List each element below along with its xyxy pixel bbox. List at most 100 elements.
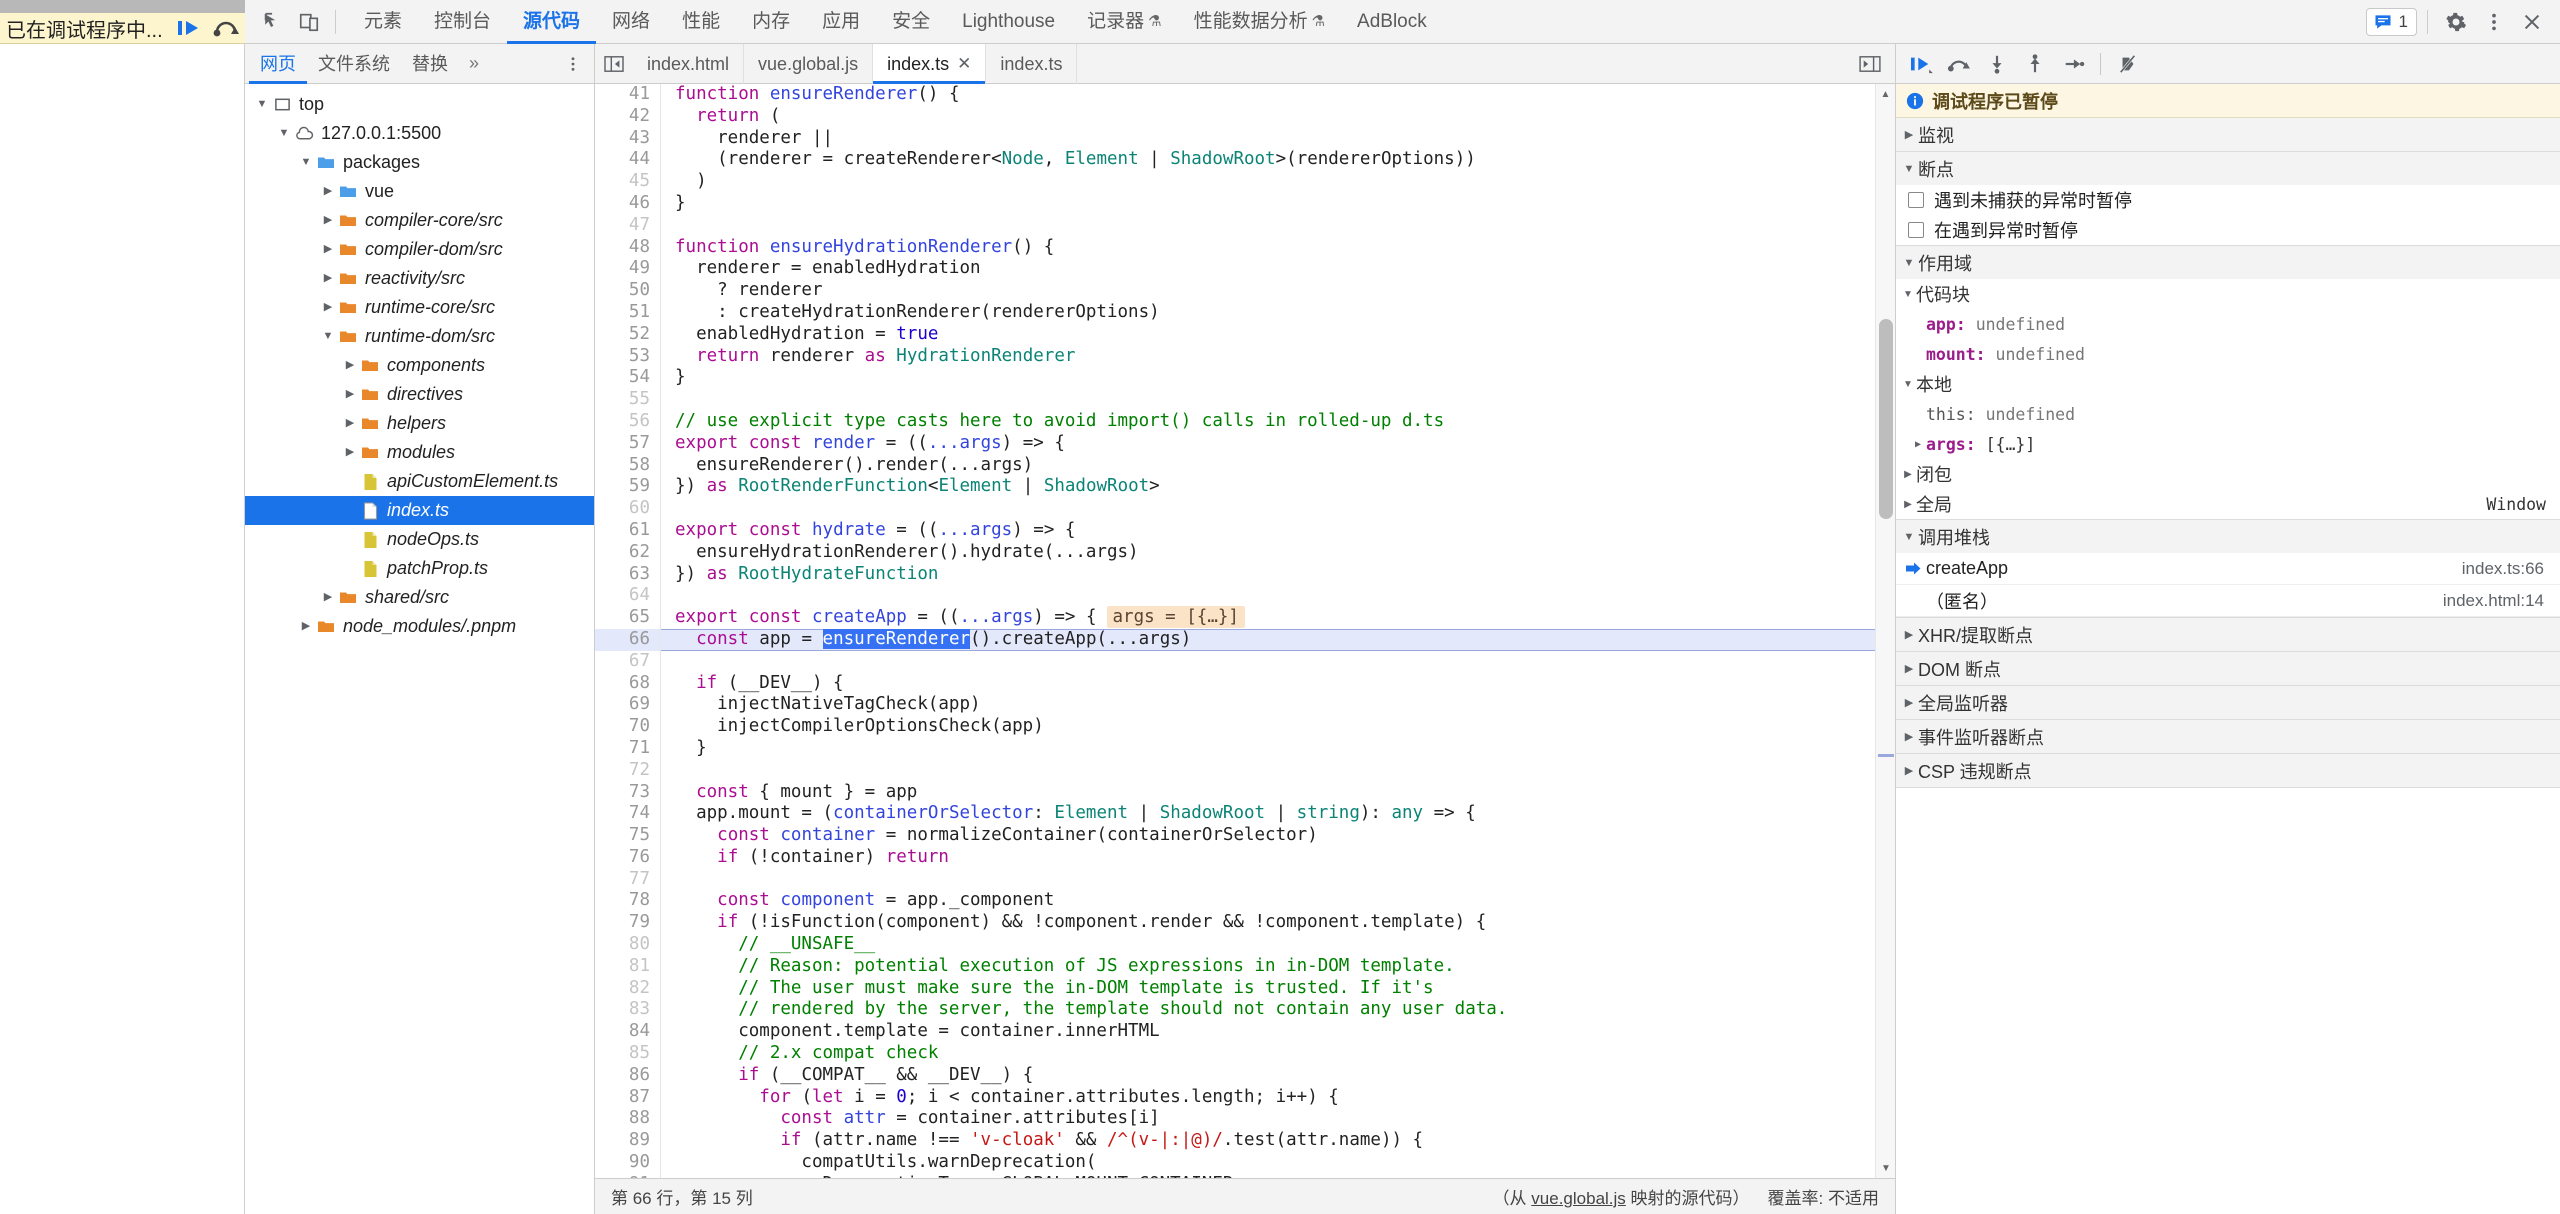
line-number[interactable]: 87 [595, 1086, 661, 1109]
chevron-down-icon[interactable]: ▼ [253, 90, 271, 119]
scope-variable[interactable]: ▶this: undefined [1896, 399, 2560, 429]
chevron-right-icon[interactable]: ▶ [319, 235, 337, 264]
file-tree-item[interactable]: ▶ node_modules/.pnpm [245, 612, 594, 641]
line-number[interactable]: 72 [595, 759, 661, 782]
editor-tab-0[interactable]: index.html [633, 43, 745, 84]
scrollbar-thumb[interactable] [1879, 319, 1893, 519]
file-tree-item[interactable]: nodeOps.ts [245, 525, 594, 554]
code-line[interactable]: 85 // 2.x compat check [595, 1043, 1875, 1065]
line-number[interactable]: 71 [595, 737, 661, 760]
code-line[interactable]: 84 component.template = container.innerH… [595, 1021, 1875, 1044]
file-tree-item[interactable]: apiCustomElement.ts [245, 467, 594, 496]
editor-tab-1[interactable]: vue.global.js [744, 43, 874, 84]
chevron-right-icon[interactable]: ▶ [297, 612, 315, 641]
csp-violation-breakpoints-section-header[interactable]: ▶ CSP 违规断点 [1896, 754, 2560, 787]
panel-tab-7[interactable]: 安全 [876, 0, 946, 44]
file-tree-item[interactable]: ▶ shared/src [245, 583, 594, 612]
more-options-button[interactable] [2476, 4, 2512, 40]
line-number[interactable]: 76 [595, 846, 661, 869]
line-number[interactable]: 84 [595, 1021, 661, 1044]
line-number[interactable]: 53 [595, 345, 661, 368]
callstack-frame[interactable]: （匿名） index.html:14 [1896, 585, 2560, 617]
line-number[interactable]: 59 [595, 476, 661, 499]
chevron-right-icon[interactable]: ▶ [1910, 439, 1926, 450]
step-out-button[interactable] [2016, 45, 2054, 83]
code-line[interactable]: 68 if (__DEV__) { [595, 672, 1875, 695]
line-number[interactable]: 43 [595, 127, 661, 150]
code-line[interactable]: 83 // rendered by the server, the templa… [595, 999, 1875, 1022]
line-number[interactable]: 81 [595, 955, 661, 978]
issues-badge[interactable]: 1 [2365, 7, 2417, 36]
line-number[interactable]: 51 [595, 301, 661, 324]
scope-section-header[interactable]: ▼ 作用域 [1896, 246, 2560, 279]
code-line[interactable]: 70 injectCompilerOptionsCheck(app) [595, 716, 1875, 738]
navigator-tab-1[interactable]: 文件系统 [307, 44, 401, 84]
chevron-right-icon[interactable]: ▶ [319, 293, 337, 322]
chevron-right-icon[interactable]: ▶ [341, 380, 359, 409]
scroll-up-arrow[interactable]: ▲ [1876, 84, 1895, 104]
file-tree-item[interactable]: ▶ helpers [245, 409, 594, 438]
panel-tab-0[interactable]: 元素 [348, 0, 418, 44]
line-number[interactable]: 78 [595, 890, 661, 913]
global-listeners-section-header[interactable]: ▶ 全局监听器 [1896, 686, 2560, 719]
scope-group[interactable]: ▶ 闭包 [1896, 459, 2560, 489]
callstack-section-header[interactable]: ▼ 调用堆栈 [1896, 520, 2560, 553]
chevron-right-icon[interactable]: ▶ [341, 409, 359, 438]
panel-tab-11[interactable]: AdBlock [1341, 0, 1443, 44]
code-line[interactable]: 82 // The user must make sure the in-DOM… [595, 977, 1875, 1000]
code-line[interactable]: 90 compatUtils.warnDeprecation( [595, 1152, 1875, 1174]
callstack-frame[interactable]: createApp index.ts:66 [1896, 553, 2560, 585]
line-number[interactable]: 69 [595, 694, 661, 717]
scope-group[interactable]: ▶ 全局 Window [1896, 489, 2560, 519]
code-line[interactable]: 77 [595, 868, 1875, 891]
file-tree-item[interactable]: ▼ runtime-dom/src [245, 322, 594, 351]
code-line[interactable]: 91 DeprecationTypes.GLOBAL_MOUNT_CONTAIN… [595, 1173, 1875, 1178]
code-line[interactable]: 80 // __UNSAFE__ [595, 934, 1875, 956]
line-number[interactable]: 44 [595, 149, 661, 172]
line-number[interactable]: 60 [595, 498, 661, 520]
step-button[interactable] [2054, 45, 2092, 83]
line-number[interactable]: 67 [595, 650, 661, 673]
line-number[interactable]: 89 [595, 1130, 661, 1153]
code-line[interactable]: 62 ensureHydrationRenderer().hydrate(...… [595, 541, 1875, 564]
file-tree-item[interactable]: ▼ packages [245, 148, 594, 177]
file-tree-item[interactable]: index.ts [245, 496, 594, 525]
code-line[interactable]: 51 : createHydrationRenderer(rendererOpt… [595, 301, 1875, 324]
line-number[interactable]: 83 [595, 999, 661, 1022]
breakpoint-option[interactable]: 在遇到异常时暂停 [1896, 215, 2560, 245]
code-line[interactable]: 49 renderer = enabledHydration [595, 258, 1875, 281]
file-tree-item[interactable]: ▶ vue [245, 177, 594, 206]
navigator-tab-2[interactable]: 替换 [401, 44, 459, 84]
line-number[interactable]: 64 [595, 585, 661, 608]
close-tab-icon[interactable]: ✕ [957, 44, 971, 84]
xhr-breakpoints-section-header[interactable]: ▶ XHR/提取断点 [1896, 618, 2560, 651]
navigator-tab-0[interactable]: 网页 [249, 44, 307, 84]
settings-button[interactable] [2438, 4, 2474, 40]
file-tree-item[interactable]: ▶ compiler-core/src [245, 206, 594, 235]
line-number[interactable]: 49 [595, 258, 661, 281]
panel-tab-5[interactable]: 内存 [736, 0, 806, 44]
chevron-right-icon[interactable]: ▶ [319, 177, 337, 206]
code-line[interactable]: 76 if (!container) return [595, 846, 1875, 869]
code-line[interactable]: 42 return ( [595, 105, 1875, 128]
file-tree-item[interactable]: ▼ 127.0.0.1:5500 [245, 119, 594, 148]
panel-tab-4[interactable]: 性能 [666, 0, 736, 44]
editor-scrollbar[interactable]: ▲ ▼ [1875, 84, 1895, 1178]
overlay-step-over-button[interactable] [207, 13, 245, 44]
overlay-resume-button[interactable] [169, 13, 207, 44]
code-line[interactable]: 41 function ensureRenderer() { [595, 84, 1875, 106]
code-line[interactable]: 52 enabledHydration = true [595, 323, 1875, 346]
line-number[interactable]: 54 [595, 367, 661, 390]
deactivate-breakpoints-button[interactable] [2109, 45, 2147, 83]
line-number[interactable]: 73 [595, 781, 661, 804]
watch-section-header[interactable]: ▶ 监视 [1896, 118, 2560, 151]
chevron-right-icon[interactable]: ▶ [319, 206, 337, 235]
code-line[interactable]: 57 export const render = ((...args) => { [595, 432, 1875, 455]
scope-variable[interactable]: ▶app: undefined [1896, 309, 2560, 339]
navigator-options-button[interactable] [552, 55, 594, 73]
code-line[interactable]: 55 [595, 389, 1875, 411]
file-tree-item[interactable]: ▶ directives [245, 380, 594, 409]
close-devtools-button[interactable] [2514, 4, 2550, 40]
code-line[interactable]: 86 if (__COMPAT__ && __DEV__) { [595, 1064, 1875, 1087]
toggle-debugger-sidebar-button[interactable] [1845, 55, 1895, 73]
